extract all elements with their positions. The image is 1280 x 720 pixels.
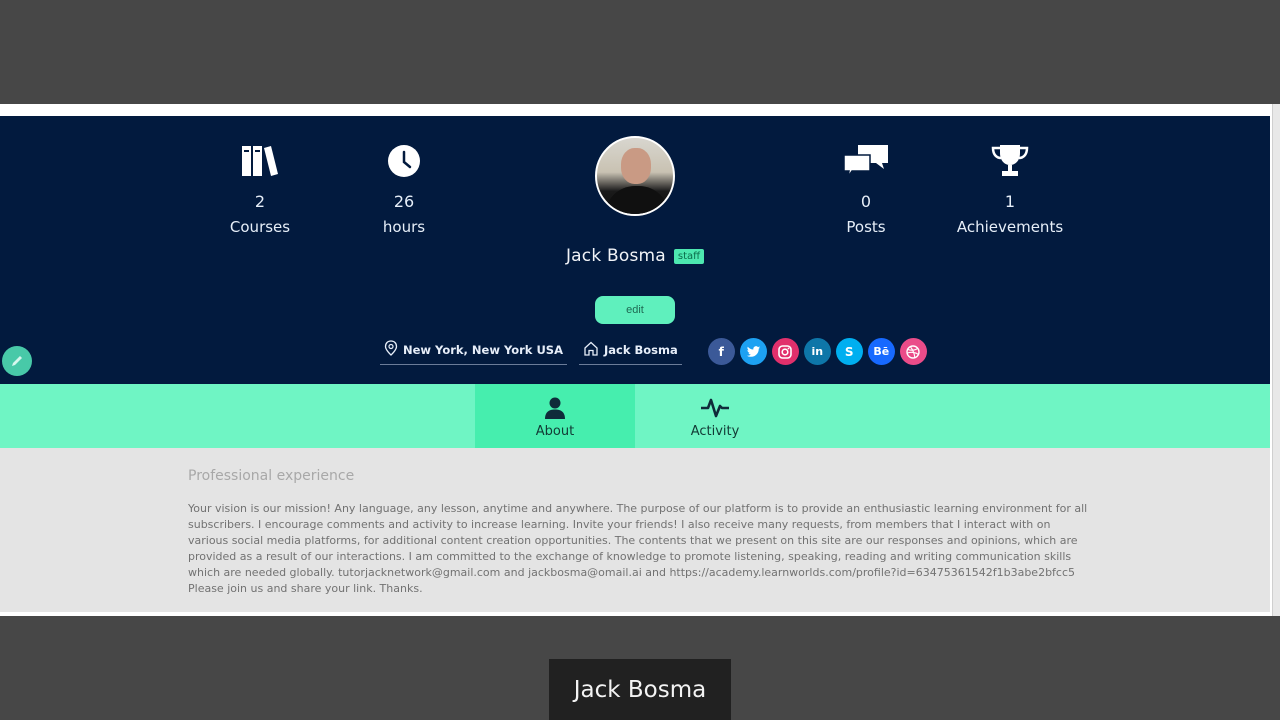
location-text: New York, New York USA xyxy=(403,342,563,357)
avatar-shirt xyxy=(605,186,669,214)
avatar[interactable] xyxy=(595,136,675,216)
stat-label: Posts xyxy=(846,218,886,236)
stat-achievements[interactable]: 1 Achievements xyxy=(940,142,1080,236)
stat-label: Courses xyxy=(229,218,291,236)
location-link[interactable]: New York, New York USA xyxy=(380,338,567,365)
video-stage: 2 Courses 26 hours 0 Posts 1 Achievement… xyxy=(0,0,1280,720)
profile-name: Jack Bosma xyxy=(565,246,666,266)
role-badge: staff xyxy=(673,248,705,264)
stat-posts[interactable]: 0 Posts xyxy=(796,142,936,236)
section-title: Professional experience xyxy=(188,468,355,484)
social-links: f in S Bē xyxy=(707,338,927,365)
map-pin-icon xyxy=(384,340,398,359)
profile-tabs: About Activity xyxy=(0,384,1270,448)
skype-icon[interactable]: S xyxy=(835,338,863,365)
tab-label: About xyxy=(535,424,575,439)
tab-label: Activity xyxy=(690,424,740,439)
tab-about[interactable]: About xyxy=(475,384,635,448)
trophy-icon xyxy=(940,142,1080,180)
dribbble-icon[interactable] xyxy=(899,338,927,365)
twitter-icon[interactable] xyxy=(739,338,767,365)
stat-value: 26 xyxy=(393,192,415,211)
stat-value: 2 xyxy=(254,192,266,211)
pencil-icon xyxy=(12,356,22,366)
window-edge xyxy=(1272,104,1280,616)
edit-profile-button[interactable]: edit xyxy=(595,296,675,324)
books-icon xyxy=(190,142,330,180)
profile-header: 2 Courses 26 hours 0 Posts 1 Achievement… xyxy=(0,116,1270,384)
facebook-icon[interactable]: f xyxy=(707,338,735,365)
user-icon xyxy=(475,394,635,422)
website-link[interactable]: Jack Bosma xyxy=(578,339,682,365)
stat-courses[interactable]: 2 Courses xyxy=(190,142,330,236)
stat-label: Achievements xyxy=(956,218,1064,236)
profile-links: New York, New York USA Jack Bosma f in S… xyxy=(380,338,927,365)
clock-icon xyxy=(334,142,474,180)
edit-pencil-button[interactable] xyxy=(2,346,32,376)
activity-pulse-icon xyxy=(635,394,795,422)
avatar-face xyxy=(621,148,651,184)
behance-icon[interactable]: Bē xyxy=(867,338,895,365)
website-text: Jack Bosma xyxy=(603,342,678,357)
chat-bubbles-icon xyxy=(796,142,936,180)
stat-value: 0 xyxy=(860,192,872,211)
name-row: Jack Bosma staff xyxy=(0,246,1270,266)
instagram-icon[interactable] xyxy=(771,338,799,365)
participant-name-caption: Jack Bosma xyxy=(549,659,731,720)
about-panel: Professional experience Your vision is o… xyxy=(0,448,1270,612)
home-icon xyxy=(583,341,599,359)
stat-value: 1 xyxy=(1004,192,1016,211)
stat-label: hours xyxy=(382,218,426,236)
stat-hours[interactable]: 26 hours xyxy=(334,142,474,236)
tab-activity[interactable]: Activity xyxy=(635,384,795,448)
linkedin-icon[interactable]: in xyxy=(803,338,831,365)
bio-text: Your vision is our mission! Any language… xyxy=(188,502,1088,595)
